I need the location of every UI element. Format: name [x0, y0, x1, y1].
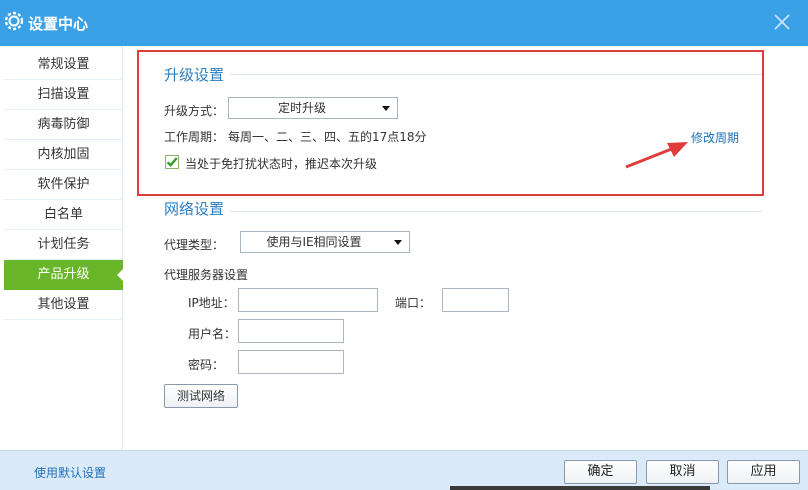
test-network-button[interactable]: 测试网络 [164, 384, 238, 408]
section-divider [230, 211, 762, 212]
sidebar-item-scan[interactable]: 扫描设置 [4, 80, 123, 110]
annotation-arrow-icon [625, 142, 688, 169]
dropdown-arrow-icon [394, 240, 402, 245]
proxy-type-value: 使用与IE相同设置 [266, 235, 362, 249]
port-label: 端口： [395, 296, 432, 310]
proxy-type-select[interactable]: 使用与IE相同设置 [240, 231, 410, 253]
proxy-server-label: 代理服务器设置 [164, 268, 249, 282]
window-title: 设置中心 [28, 15, 89, 33]
footer-bar: 使用默认设置 确定 取消 应用 [0, 450, 808, 490]
sidebar-item-product-upgrade[interactable]: 产品升级 [4, 260, 123, 290]
network-section-title: 网络设置 [164, 200, 225, 218]
sidebar-nav: 常规设置 扫描设置 病毒防御 内核加固 软件保护 白名单 计划任务 产品升级 其… [0, 46, 123, 450]
username-label: 用户名： [188, 327, 237, 341]
username-input[interactable] [238, 319, 344, 343]
port-input[interactable] [442, 288, 509, 312]
taskbar-strip [450, 486, 710, 490]
sidebar-item-other-settings[interactable]: 其他设置 [4, 290, 123, 320]
ip-address-input[interactable] [238, 288, 378, 312]
ip-address-label: IP地址： [188, 296, 235, 310]
sidebar-item-software-protection[interactable]: 软件保护 [4, 170, 123, 200]
sidebar-item-general[interactable]: 常规设置 [4, 50, 123, 80]
sidebar-item-whitelist[interactable]: 白名单 [4, 200, 123, 230]
ok-button[interactable]: 确定 [564, 460, 637, 484]
title-bar: 设置中心 [0, 0, 808, 46]
sidebar-item-virus-defense[interactable]: 病毒防御 [4, 110, 123, 140]
sidebar-item-kernel-hardening[interactable]: 内核加固 [4, 140, 123, 170]
proxy-type-label: 代理类型： [164, 238, 225, 252]
settings-gear-icon [4, 11, 24, 31]
apply-button[interactable]: 应用 [727, 460, 800, 484]
cancel-button[interactable]: 取消 [646, 460, 719, 484]
password-label: 密码： [188, 358, 225, 372]
close-icon[interactable] [770, 10, 794, 34]
password-input[interactable] [238, 350, 344, 374]
highlight-box [137, 50, 764, 196]
restore-defaults-link[interactable]: 使用默认设置 [34, 464, 106, 481]
sidebar-item-scheduled-tasks[interactable]: 计划任务 [4, 230, 123, 260]
